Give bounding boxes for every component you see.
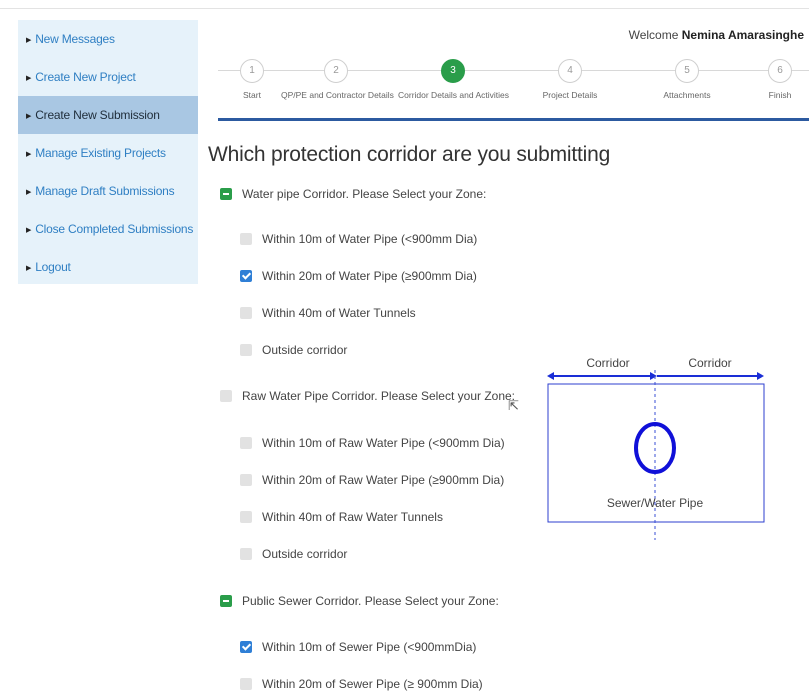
sidebar-item-label: Create New Submission bbox=[35, 108, 160, 122]
option-label: Outside corridor bbox=[262, 547, 348, 561]
sidebar-item-label: Close Completed Submissions bbox=[35, 222, 194, 236]
group-label: Water pipe Corridor. Please Select your … bbox=[242, 187, 487, 201]
bullet-arrow-icon: ▶ bbox=[26, 189, 32, 196]
user-name: Nemina Amarasinghe bbox=[681, 28, 804, 42]
checkbox-indicator bbox=[240, 270, 252, 282]
option-label: Within 20m of Raw Water Pipe (≥900mm Dia… bbox=[262, 473, 505, 487]
progress-stepper: 1 Start 2 QP/PE and Contractor Details 3 Co… bbox=[210, 58, 809, 122]
checkbox-indicator bbox=[240, 474, 252, 486]
welcome-prefix: Welcome bbox=[628, 28, 679, 42]
option-label: Within 20m of Sewer Pipe (≥ 900mm Dia) bbox=[262, 677, 483, 691]
step-number: 3 bbox=[441, 59, 465, 83]
checkbox-indicator bbox=[240, 307, 252, 319]
checkbox-indicator bbox=[220, 595, 232, 607]
top-divider bbox=[0, 8, 809, 9]
raw-water-option-40m[interactable]: Within 40m of Raw Water Tunnels bbox=[240, 510, 443, 524]
left-corridor-arrow bbox=[547, 372, 657, 380]
option-label: Within 10m of Water Pipe (<900mm Dia) bbox=[262, 232, 478, 246]
right-corridor-arrow bbox=[657, 372, 764, 380]
step-number: 5 bbox=[675, 59, 699, 83]
sidebar-item-label: Create New Project bbox=[35, 70, 136, 84]
water-pipe-option-40m[interactable]: Within 40m of Water Tunnels bbox=[240, 306, 416, 320]
raw-water-group-checkbox[interactable]: Raw Water Pipe Corridor. Please Select y… bbox=[220, 389, 515, 403]
step-number: 2 bbox=[324, 59, 348, 83]
sidebar-item-close-completed-submissions[interactable]: ▶ Close Completed Submissions bbox=[18, 210, 198, 248]
sidebar-item-label: Manage Existing Projects bbox=[35, 146, 166, 160]
group-label: Public Sewer Corridor. Please Select you… bbox=[242, 594, 499, 608]
sewer-option-10m[interactable]: Within 10m of Sewer Pipe (<900mmDia) bbox=[240, 640, 476, 654]
left-corridor-label: Corridor bbox=[586, 356, 629, 370]
water-pipe-option-20m[interactable]: Within 20m of Water Pipe (≥900mm Dia) bbox=[240, 269, 477, 283]
page-title: Which protection corridor are you submit… bbox=[208, 143, 611, 166]
sidebar-item-new-messages[interactable]: ▶ New Messages bbox=[18, 20, 198, 58]
sidebar-item-label: Logout bbox=[35, 260, 71, 274]
bullet-arrow-icon: ▶ bbox=[26, 113, 32, 120]
checkbox-indicator bbox=[240, 437, 252, 449]
step-corridor-details[interactable]: 3 Corridor Details and Activities bbox=[398, 58, 510, 100]
welcome-text: Welcome Nemina Amarasinghe bbox=[629, 28, 804, 42]
bullet-arrow-icon: ▶ bbox=[26, 75, 32, 82]
sidebar-nav: ▶ New Messages ▶ Create New Project ▶ Creat… bbox=[18, 20, 198, 284]
checkbox-indicator bbox=[240, 344, 252, 356]
sidebar-item-manage-draft-submissions[interactable]: ▶ Manage Draft Submissions bbox=[18, 172, 198, 210]
raw-water-option-10m[interactable]: Within 10m of Raw Water Pipe (<900mm Dia… bbox=[240, 436, 505, 450]
step-number: 6 bbox=[768, 59, 792, 83]
group-label: Raw Water Pipe Corridor. Please Select y… bbox=[242, 389, 516, 403]
raw-water-option-outside[interactable]: Outside corridor bbox=[240, 547, 347, 561]
sidebar-item-label: Manage Draft Submissions bbox=[35, 184, 175, 198]
checkbox-indicator bbox=[220, 188, 232, 200]
sewer-option-20m[interactable]: Within 20m of Sewer Pipe (≥ 900mm Dia) bbox=[240, 677, 483, 691]
option-label: Within 10m of Raw Water Pipe (<900mm Dia… bbox=[262, 436, 505, 450]
checkbox-indicator bbox=[240, 233, 252, 245]
step-label: Project Details bbox=[542, 90, 598, 100]
sidebar-item-create-new-submission[interactable]: ▶ Create New Submission bbox=[18, 96, 198, 134]
corridor-diagram: Corridor Corridor Sewer/Water Pipe bbox=[547, 356, 765, 540]
checkbox-indicator bbox=[240, 548, 252, 560]
checkbox-indicator bbox=[240, 511, 252, 523]
mouse-cursor-icon: ⇱ bbox=[508, 398, 519, 413]
pipe-label: Sewer/Water Pipe bbox=[607, 496, 704, 510]
checkbox-indicator bbox=[220, 390, 232, 402]
bullet-arrow-icon: ▶ bbox=[26, 265, 32, 272]
option-label: Within 40m of Raw Water Tunnels bbox=[262, 510, 443, 524]
sidebar-item-logout[interactable]: ▶ Logout bbox=[18, 248, 198, 286]
step-number: 4 bbox=[558, 59, 582, 83]
option-label: Within 20m of Water Pipe (≥900mm Dia) bbox=[262, 269, 477, 283]
checkbox-indicator bbox=[240, 641, 252, 653]
stepper-underline bbox=[218, 118, 809, 121]
bullet-arrow-icon: ▶ bbox=[26, 37, 32, 44]
sewer-group-checkbox[interactable]: Public Sewer Corridor. Please Select you… bbox=[220, 594, 499, 608]
sidebar-item-create-new-project[interactable]: ▶ Create New Project bbox=[18, 58, 198, 96]
raw-water-option-20m[interactable]: Within 20m of Raw Water Pipe (≥900mm Dia… bbox=[240, 473, 504, 487]
step-project-details[interactable]: 4 Project Details bbox=[515, 58, 625, 100]
option-label: Within 10m of Sewer Pipe (<900mmDia) bbox=[262, 640, 477, 654]
water-pipe-group-checkbox[interactable]: Water pipe Corridor. Please Select your … bbox=[220, 187, 486, 201]
step-label: Corridor Details and Activities bbox=[398, 90, 510, 100]
bullet-arrow-icon: ▶ bbox=[26, 151, 32, 158]
sidebar-item-label: New Messages bbox=[35, 32, 115, 46]
sidebar-item-manage-existing-projects[interactable]: ▶ Manage Existing Projects bbox=[18, 134, 198, 172]
water-pipe-option-10m[interactable]: Within 10m of Water Pipe (<900mm Dia) bbox=[240, 232, 477, 246]
step-label: Finish bbox=[768, 90, 792, 100]
water-pipe-option-outside[interactable]: Outside corridor bbox=[240, 343, 347, 357]
option-label: Outside corridor bbox=[262, 343, 348, 357]
step-label: QP/PE and Contractor Details bbox=[281, 90, 394, 100]
option-label: Within 40m of Water Tunnels bbox=[262, 306, 416, 320]
step-contractor-details[interactable]: 2 QP/PE and Contractor Details bbox=[281, 58, 394, 100]
step-number: 1 bbox=[240, 59, 264, 83]
checkbox-indicator bbox=[240, 678, 252, 690]
bullet-arrow-icon: ▶ bbox=[26, 227, 32, 234]
right-corridor-label: Corridor bbox=[688, 356, 731, 370]
step-finish[interactable]: 6 Finish bbox=[725, 58, 809, 100]
